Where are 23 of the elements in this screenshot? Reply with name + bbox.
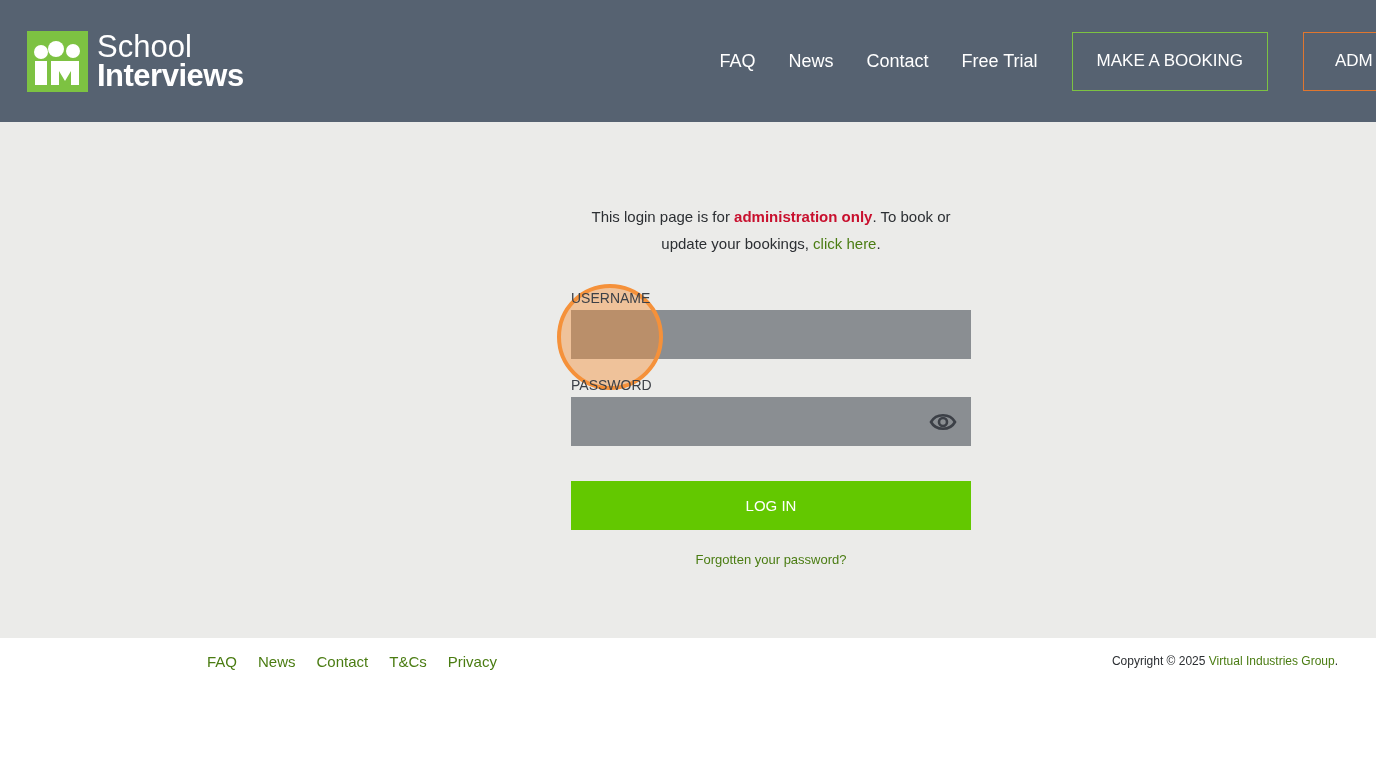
- footer-link[interactable]: T&Cs: [389, 652, 427, 670]
- logo-text[interactable]: School Interviews: [97, 32, 244, 90]
- logo-icon: [27, 30, 88, 92]
- admin-button[interactable]: ADM: [1303, 31, 1376, 91]
- copyright-text: Copyright © 2025 Virtual Industries Group.: [1111, 654, 1338, 668]
- notice-text: This login page is for administration only. To book or update your bookings, click here.: [591, 207, 951, 254]
- forgot-password-link[interactable]: Forgotten your password?: [695, 552, 847, 567]
- nav-link[interactable]: Contact: [866, 50, 929, 72]
- nav-link[interactable]: Free Trial: [961, 50, 1038, 72]
- password-field[interactable]: [571, 397, 971, 446]
- footer-link[interactable]: Contact: [316, 652, 369, 670]
- field-label: PASSWORD: [571, 376, 652, 394]
- company-link[interactable]: Virtual Industries Group: [1208, 654, 1335, 668]
- field-label: USERNAME: [571, 289, 651, 307]
- footer-link[interactable]: Privacy: [447, 652, 497, 670]
- nav-link[interactable]: FAQ: [719, 50, 756, 72]
- footer-link[interactable]: News: [258, 652, 296, 670]
- booking-button[interactable]: MAKE A BOOKING: [1071, 31, 1268, 91]
- nav-link[interactable]: News: [788, 50, 834, 72]
- username-field[interactable]: [571, 310, 971, 359]
- click-here-link[interactable]: click here: [813, 235, 877, 252]
- footer-link[interactable]: FAQ: [207, 652, 237, 670]
- eye-icon[interactable]: [929, 411, 957, 432]
